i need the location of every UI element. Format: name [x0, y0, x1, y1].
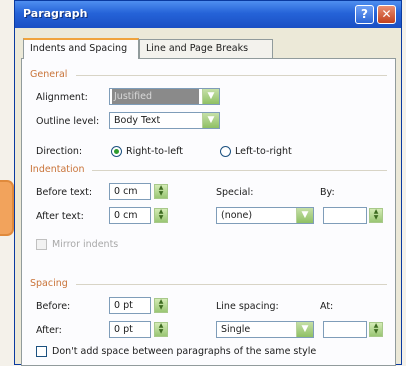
by-label: By: — [320, 187, 335, 198]
section-divider — [92, 170, 387, 171]
spacing-before-spin-icon[interactable]: ▲ ▼ — [154, 298, 168, 313]
section-general-heading: General — [30, 69, 68, 80]
spacing-after-value: 0 pt — [114, 324, 133, 335]
mirror-indents-label: Mirror indents — [52, 239, 119, 250]
section-spacing-heading: Spacing — [30, 278, 68, 289]
tab-panel: General Alignment: Justified ▼ Outline l… — [21, 58, 396, 366]
special-label: Special: — [216, 187, 254, 198]
help-button[interactable]: ? — [355, 5, 374, 24]
before-text-value: 0 cm — [114, 186, 138, 197]
alignment-label: Alignment: — [36, 92, 88, 103]
line-spacing-value: Single — [221, 324, 251, 335]
spacing-before-input[interactable]: 0 pt — [109, 297, 151, 314]
mirror-indents-checkbox[interactable] — [36, 239, 47, 250]
dont-add-space-label[interactable]: Don't add space between paragraphs of th… — [52, 346, 316, 357]
alignment-value: Justified — [112, 89, 199, 104]
help-icon: ? — [361, 7, 368, 21]
close-icon: ✕ — [381, 7, 392, 21]
before-text-spin-icon[interactable]: ▲ ▼ — [154, 184, 168, 199]
by-input[interactable] — [323, 207, 367, 224]
rtl-radio[interactable] — [111, 146, 122, 157]
after-text-label: After text: — [36, 211, 84, 222]
dialog-title: Paragraph — [23, 7, 88, 20]
direction-label: Direction: — [36, 146, 83, 157]
spacing-after-spin-icon[interactable]: ▲ ▼ — [154, 322, 168, 337]
after-text-spin-icon[interactable]: ▲ ▼ — [154, 208, 168, 223]
by-spin-icon[interactable]: ▲ ▼ — [369, 208, 383, 223]
line-spacing-label: Line spacing: — [216, 301, 279, 312]
special-select[interactable]: (none) ▼ — [216, 207, 314, 224]
after-text-value: 0 cm — [114, 210, 138, 221]
special-value: (none) — [221, 210, 253, 221]
title-bar[interactable]: Paragraph ? ✕ — [15, 1, 401, 28]
at-input[interactable] — [323, 321, 367, 338]
rtl-label[interactable]: Right-to-left — [126, 146, 183, 157]
ltr-radio[interactable] — [220, 146, 231, 157]
chevron-down-icon[interactable]: ▼ — [296, 322, 313, 337]
section-divider — [76, 75, 387, 76]
alignment-select[interactable]: Justified ▼ — [109, 88, 220, 105]
at-spin-icon[interactable]: ▲ ▼ — [369, 322, 383, 337]
spacing-before-value: 0 pt — [114, 300, 133, 311]
outline-level-value: Body Text — [114, 115, 161, 126]
section-divider — [76, 284, 387, 285]
outline-level-select[interactable]: Body Text ▼ — [109, 112, 220, 129]
chevron-down-icon[interactable]: ▼ — [202, 89, 219, 104]
chevron-down-icon[interactable]: ▼ — [296, 208, 313, 223]
before-text-input[interactable]: 0 cm — [109, 183, 151, 200]
before-text-label: Before text: — [36, 187, 93, 198]
spacing-after-label: After: — [36, 325, 62, 336]
line-spacing-select[interactable]: Single ▼ — [216, 321, 314, 338]
outline-level-label: Outline level: — [36, 116, 100, 127]
spacing-after-input[interactable]: 0 pt — [109, 321, 151, 338]
paragraph-dialog: Paragraph ? ✕ Indents and Spacing Line a… — [14, 0, 402, 366]
tab-line-and-page-breaks[interactable]: Line and Page Breaks — [139, 39, 273, 58]
dont-add-space-checkbox[interactable] — [36, 346, 47, 357]
close-button[interactable]: ✕ — [377, 5, 396, 24]
at-label: At: — [320, 301, 334, 312]
spacing-before-label: Before: — [36, 301, 71, 312]
ltr-label[interactable]: Left-to-right — [235, 146, 292, 157]
after-text-input[interactable]: 0 cm — [109, 207, 151, 224]
section-indentation-heading: Indentation — [30, 164, 85, 175]
tab-indents-and-spacing[interactable]: Indents and Spacing — [23, 38, 139, 59]
orange-highlight-marker — [0, 180, 14, 236]
chevron-down-icon[interactable]: ▼ — [202, 113, 219, 128]
